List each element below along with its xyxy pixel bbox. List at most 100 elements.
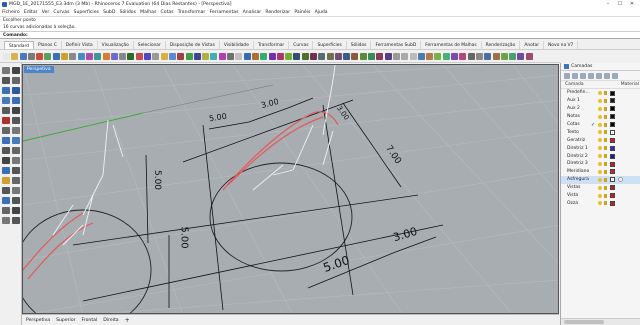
move-down-icon[interactable]: [596, 72, 602, 79]
maximize-button[interactable]: ☐: [614, 0, 626, 8]
layer-lock-icon[interactable]: [604, 130, 607, 135]
toolbar-button-icon[interactable]: [384, 52, 392, 60]
minimize-button[interactable]: –: [602, 0, 614, 8]
toolbar-button-icon[interactable]: [135, 52, 143, 60]
toolbar-button-icon[interactable]: [243, 52, 251, 60]
layer-visibility-icon[interactable]: [598, 162, 602, 167]
toolbar-button-icon[interactable]: [409, 52, 417, 60]
toolbar-button-icon[interactable]: [500, 52, 508, 60]
layer-row[interactable]: Texto: [561, 128, 640, 136]
layer-row[interactable]: Diretriz 3: [561, 160, 640, 168]
menu-solids[interactable]: Sólidos: [120, 10, 136, 15]
left-toolbar-button-icon[interactable]: [2, 147, 10, 154]
filter-icon[interactable]: [604, 72, 610, 79]
new-sublayer-icon[interactable]: [572, 72, 578, 79]
layer-lock-icon[interactable]: [604, 114, 607, 119]
left-toolbar-button-icon[interactable]: [2, 167, 10, 174]
menu-subd[interactable]: SubD: [103, 10, 115, 15]
toolbar-button-icon[interactable]: [144, 52, 152, 60]
command-line[interactable]: Comando:: [0, 31, 640, 39]
toolbar-button-icon[interactable]: [484, 52, 492, 60]
toolbar-button-icon[interactable]: [85, 52, 93, 60]
toolbar-button-icon[interactable]: [110, 52, 118, 60]
layers-scrollbar[interactable]: [561, 318, 640, 325]
left-toolbar-button-icon[interactable]: [2, 157, 10, 164]
toolbar-button-icon[interactable]: [168, 52, 176, 60]
toolbar-button-icon[interactable]: [426, 52, 434, 60]
left-toolbar-button-icon[interactable]: [12, 207, 20, 214]
tab-standard[interactable]: Standard: [4, 41, 34, 49]
left-toolbar-button-icon[interactable]: [12, 177, 20, 184]
left-toolbar-button-icon[interactable]: [2, 67, 10, 74]
toolbar-button-icon[interactable]: [492, 52, 500, 60]
layer-lock-icon[interactable]: [604, 193, 607, 198]
toolbar-button-icon[interactable]: [517, 52, 525, 60]
toolbar-button-icon[interactable]: [11, 52, 19, 60]
viewport-tab-front[interactable]: Frontal: [82, 318, 98, 323]
layer-row[interactable]: Cotas ✓: [561, 121, 640, 129]
layer-row[interactable]: Geratriz: [561, 136, 640, 144]
left-toolbar-button-icon[interactable]: [2, 117, 10, 124]
tab-select[interactable]: Selecionar: [134, 41, 166, 49]
layer-lock-icon[interactable]: [604, 122, 607, 127]
toolbar-button-icon[interactable]: [94, 52, 102, 60]
tab-mesh-tools[interactable]: Ferramentas de Malhas: [421, 41, 482, 49]
layer-lock-icon[interactable]: [604, 201, 607, 206]
command-input[interactable]: [28, 32, 640, 38]
menu-help[interactable]: Ajuda: [315, 10, 328, 15]
layer-row[interactable]: Vista: [561, 192, 640, 200]
new-layer-icon[interactable]: [564, 72, 570, 79]
layer-lock-icon[interactable]: [604, 98, 607, 103]
toolbar-button-icon[interactable]: [301, 52, 309, 60]
menu-tools[interactable]: Ferramentas: [210, 10, 239, 15]
toolbar-button-icon[interactable]: [119, 52, 127, 60]
tab-new-in-v7[interactable]: Novo na V7: [544, 41, 579, 49]
layer-row[interactable]: Asfregura: [561, 175, 640, 184]
delete-layer-icon[interactable]: [580, 72, 586, 79]
left-toolbar-button-icon[interactable]: [12, 157, 20, 164]
layer-visibility-icon[interactable]: [598, 146, 602, 151]
toolbar-button-icon[interactable]: [210, 52, 218, 60]
toolbar-button-icon[interactable]: [218, 52, 226, 60]
toolbar-button-icon[interactable]: [359, 52, 367, 60]
left-toolbar-button-icon[interactable]: [2, 187, 10, 194]
layer-visibility-icon[interactable]: [598, 91, 602, 95]
layer-visibility-icon[interactable]: [598, 130, 602, 135]
left-toolbar-button-icon[interactable]: [12, 67, 20, 74]
layer-row[interactable]: Aux 1: [561, 97, 640, 105]
toolbar-button-icon[interactable]: [434, 52, 442, 60]
left-toolbar-button-icon[interactable]: [12, 167, 20, 174]
viewport-canvas[interactable]: [23, 65, 559, 314]
layer-visibility-icon[interactable]: [598, 177, 602, 182]
material-swatch-icon[interactable]: [618, 177, 623, 183]
layer-color-swatch[interactable]: [610, 177, 615, 183]
toolbar-button-icon[interactable]: [334, 52, 342, 60]
scroll-thumb[interactable]: [564, 320, 604, 324]
left-toolbar-button-icon[interactable]: [2, 77, 10, 84]
toolbar-button-icon[interactable]: [525, 52, 533, 60]
toolbar-button-icon[interactable]: [260, 52, 268, 60]
close-button[interactable]: ✕: [626, 0, 638, 8]
layer-color-swatch[interactable]: [610, 193, 615, 199]
tab-display[interactable]: Visualização: [98, 41, 134, 49]
left-toolbar-button-icon[interactable]: [12, 197, 20, 204]
left-toolbar-button-icon[interactable]: [12, 217, 20, 224]
left-toolbar-button-icon[interactable]: [2, 127, 10, 134]
left-toolbar-button-icon[interactable]: [2, 97, 10, 104]
toolbar-button-icon[interactable]: [69, 52, 77, 60]
left-toolbar-button-icon[interactable]: [2, 107, 10, 114]
toolbar-button-icon[interactable]: [293, 52, 301, 60]
tab-curves[interactable]: Curvas: [289, 41, 314, 49]
left-toolbar-button-icon[interactable]: [2, 197, 10, 204]
left-toolbar-button-icon[interactable]: [12, 107, 20, 114]
menu-render[interactable]: Renderizar: [265, 10, 290, 15]
toolbar-button-icon[interactable]: [19, 52, 27, 60]
perspective-viewport[interactable]: Perspetiva 5.00 3.00 3.00 7.00 5.00 5.00…: [22, 64, 559, 314]
layer-visibility-icon[interactable]: [598, 169, 602, 174]
layer-visibility-icon[interactable]: [598, 185, 602, 190]
tab-visibility[interactable]: Visibilidade: [220, 41, 254, 49]
menu-surfaces[interactable]: Superfícies: [74, 10, 99, 15]
toolbar-button-icon[interactable]: [3, 52, 10, 60]
tab-subd-tools[interactable]: Ferramentas SubD: [371, 41, 422, 49]
toolbar-button-icon[interactable]: [235, 52, 243, 60]
